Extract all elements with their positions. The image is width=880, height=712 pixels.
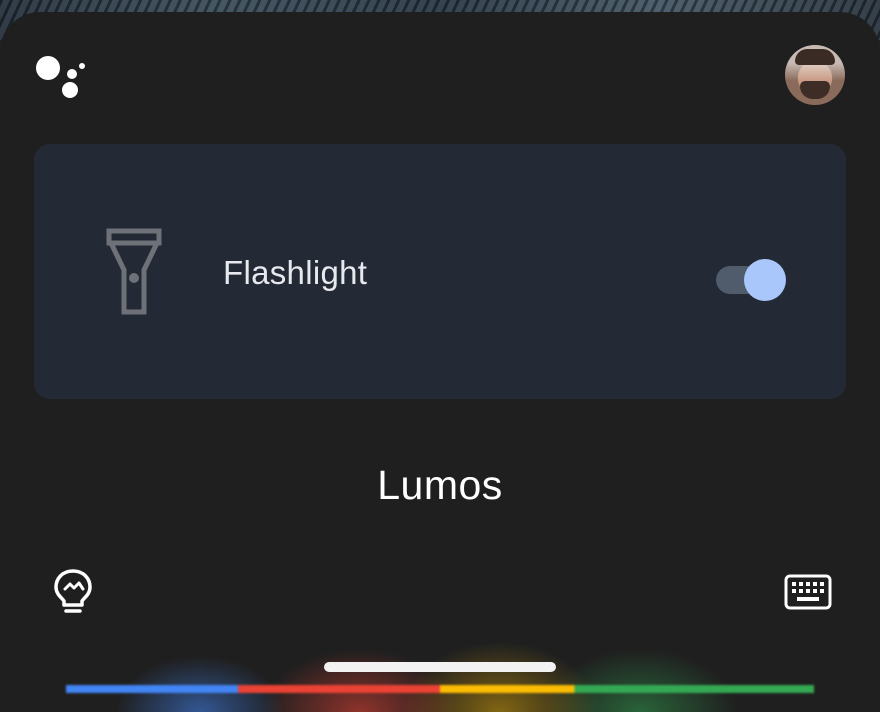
assistant-sheet: Flashlight Lumos (0, 12, 880, 712)
google-assistant-logo-icon[interactable] (34, 54, 88, 100)
flashlight-icon (106, 228, 162, 315)
avatar[interactable] (785, 45, 845, 105)
query-text: Lumos (377, 462, 503, 508)
home-indicator[interactable] (324, 662, 556, 672)
flashlight-label: Flashlight (223, 254, 368, 291)
keyboard-icon[interactable] (784, 574, 832, 610)
toggle-thumb (744, 259, 786, 301)
flashlight-card[interactable]: Flashlight (34, 144, 846, 399)
lightbulb-icon[interactable] (52, 568, 94, 614)
google-color-bar (66, 685, 814, 693)
flashlight-toggle[interactable] (716, 257, 788, 303)
